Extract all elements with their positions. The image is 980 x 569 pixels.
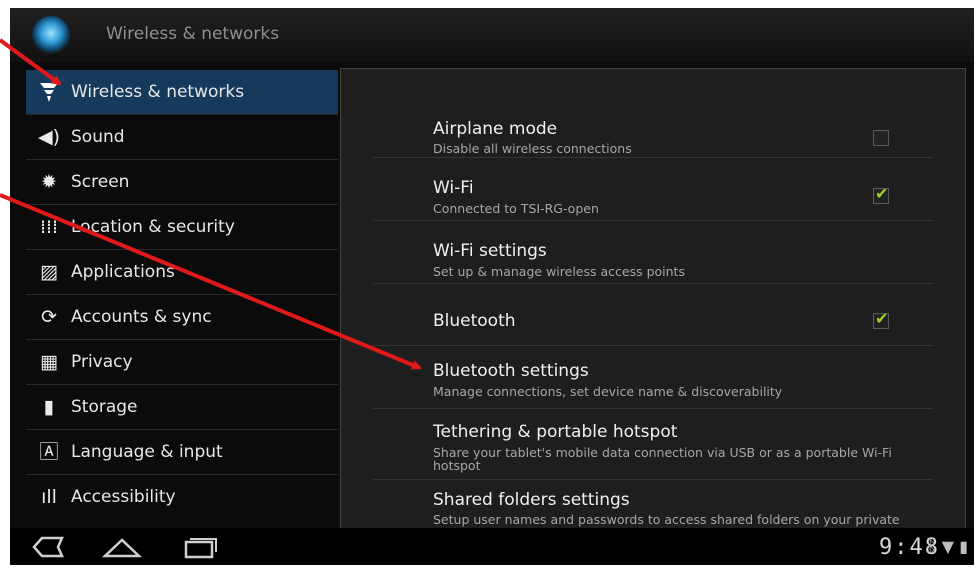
sound-icon: ◀) [37,126,61,148]
pref-title: Tethering & portable hotspot [433,422,678,442]
pref-title: Wi-Fi settings [433,241,547,261]
pref-title: Bluetooth [433,311,516,331]
pref-summary: Disable all wireless connections [433,141,632,156]
pref-summary: Share your tablet's mobile data connecti… [433,445,892,473]
sidebar-item-label: Applications [71,262,175,282]
sidebar-item-label: Screen [71,172,130,192]
back-icon[interactable] [28,534,68,560]
checkmark-icon: ✔ [875,184,889,203]
bluetooth-icon: ᛒ [927,537,937,556]
recent-apps-icon[interactable] [180,534,220,560]
sidebar-item-screen[interactable]: ✹ Screen [26,159,338,204]
privacy-icon: ▦ [40,351,58,373]
pref-summary: Manage connections, set device name & di… [433,384,783,399]
pref-bluetooth-settings[interactable]: Bluetooth settings Manage connections, s… [373,346,933,409]
sidebar-item-storage[interactable]: ▮ Storage [26,384,338,429]
bluetooth-checkbox[interactable]: ✔ [873,309,889,329]
sidebar-item-label: Language & input [71,442,223,462]
pref-tethering[interactable]: Tethering & portable hotspot Share your … [373,409,933,480]
pref-shared-folders[interactable]: Shared folders settings Setup user names… [373,480,933,534]
pref-summary: Setup user names and passwords to access… [433,512,900,527]
sidebar-item-location-security[interactable]: ⁞⁞⁞ Location & security [26,204,338,249]
sidebar-item-language-input[interactable]: 🄰 Language & input [26,429,338,474]
storage-icon: ▮ [43,396,55,418]
pref-title: Shared folders settings [433,490,630,510]
pref-wifi[interactable]: Wi-Fi Connected to TSI-RG-open ✔ [373,158,933,221]
sidebar-item-label: Wireless & networks [71,82,245,102]
action-bar-title: Wireless & networks [106,24,280,44]
sidebar-item-wireless[interactable]: Wireless & networks [26,70,338,114]
sidebar-item-privacy[interactable]: ▦ Privacy [26,339,338,384]
pref-summary: Connected to TSI-RG-open [433,201,599,216]
status-icons[interactable]: ᛒ ▼ ▮ [927,537,968,556]
sidebar-item-accounts-sync[interactable]: ⟳ Accounts & sync [26,294,338,339]
sync-icon: ⟳ [41,306,57,328]
wireless-settings-panel: Airplane mode Disable all wireless conne… [340,68,966,535]
sidebar-item-sound[interactable]: ◀) Sound [26,114,338,159]
sidebar-item-label: Privacy [71,352,133,372]
system-bar: 9:48 ᛒ ▼ ▮ [10,528,974,565]
pref-summary: Set up & manage wireless access points [433,264,685,279]
screen-icon: ✹ [41,171,57,193]
pref-wifi-settings[interactable]: Wi-Fi settings Set up & manage wireless … [373,221,933,284]
tablet-screen: Wireless & networks Wireless & networks … [10,8,974,565]
battery-icon: ▮ [959,537,968,556]
sidebar-item-label: Accessibility [71,487,176,507]
home-icon[interactable] [102,534,142,560]
sidebar-item-applications[interactable]: ▨ Applications [26,249,338,294]
wireless-icon [36,70,62,120]
pref-title: Bluetooth settings [433,361,589,381]
sidebar-item-label: Storage [71,397,138,417]
pref-title: Wi-Fi [433,178,474,198]
checkmark-icon: ✔ [875,309,889,328]
sidebar-item-label: Sound [71,127,125,147]
applications-icon: ▨ [40,261,58,283]
accessibility-icon: ıll [41,486,57,507]
action-bar: Wireless & networks [10,8,974,62]
language-icon: 🄰 [39,441,59,463]
wifi-signal-icon: ▼ [941,537,955,556]
pref-bluetooth[interactable]: Bluetooth ✔ [373,284,933,346]
wifi-checkbox[interactable]: ✔ [873,184,889,204]
sidebar-item-label: Location & security [71,217,235,237]
settings-app-icon[interactable] [32,16,70,54]
location-icon: ⁞⁞⁞ [39,216,59,238]
sidebar-item-label: Accounts & sync [71,307,212,327]
settings-category-list: Wireless & networks ◀) Sound ✹ Screen ⁞⁞… [26,70,338,507]
pref-title: Airplane mode [433,119,558,139]
airplane-mode-checkbox[interactable] [873,130,889,146]
sidebar-item-accessibility[interactable]: ıll Accessibility [26,474,338,507]
pref-airplane-mode[interactable]: Airplane mode Disable all wireless conne… [373,99,933,158]
